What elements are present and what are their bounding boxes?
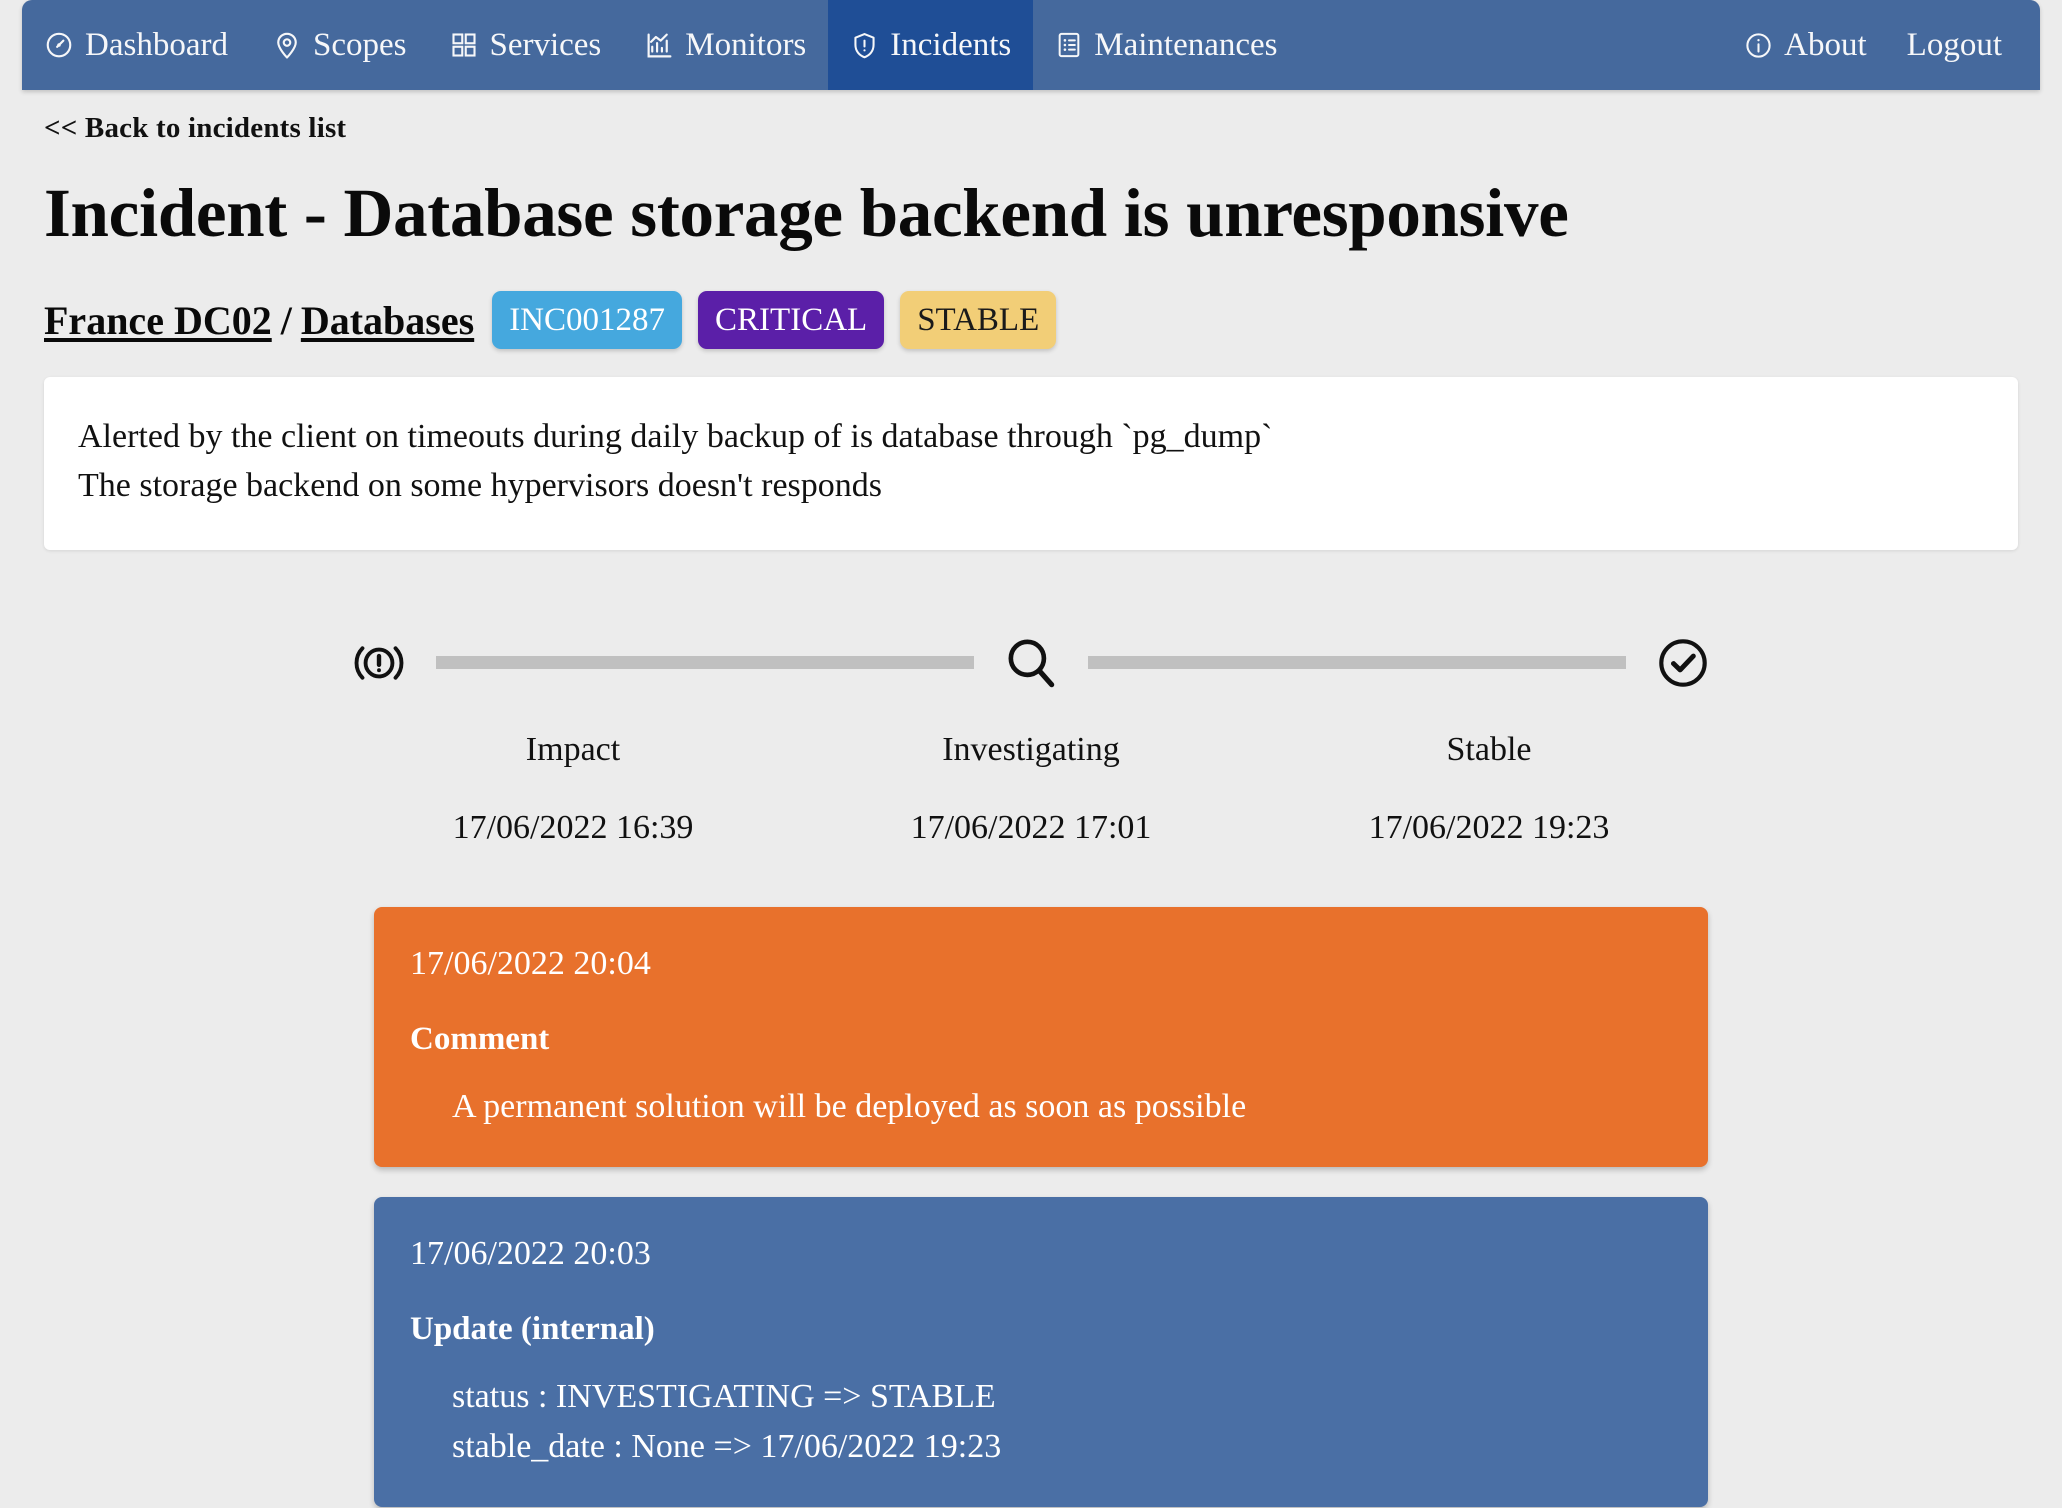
incident-status-timeline: Impact Investigating Stable 17/06/2022 1… (44, 628, 2018, 847)
nav-item-about[interactable]: About (1724, 0, 1887, 90)
timeline-track (344, 628, 1718, 698)
nav-label-monitors: Monitors (685, 26, 807, 63)
severity-badge: CRITICAL (698, 291, 885, 350)
timeline-connector-1 (436, 656, 974, 670)
back-to-incidents-link[interactable]: << Back to incidents list (44, 112, 346, 145)
timeline-label-investigating: Investigating (942, 730, 1120, 768)
grid-icon (450, 31, 478, 59)
incident-id-badge: INC001287 (492, 291, 683, 350)
breadcrumb-service-link[interactable]: Databases (301, 297, 474, 344)
event-type: Update (internal) (410, 1311, 655, 1348)
page-content: << Back to incidents list Incident - Dat… (22, 90, 2040, 1508)
nav-label-maintenances: Maintenances (1094, 26, 1278, 63)
nav-label-logout: Logout (1906, 26, 2002, 63)
nav-item-incidents[interactable]: Incidents (828, 0, 1034, 90)
list-document-icon (1055, 31, 1083, 59)
status-badge: STABLE (900, 291, 1057, 350)
breadcrumb-separator: / (280, 297, 292, 343)
incident-meta-row: France DC02 / Databases INC001287 CRITIC… (44, 291, 2018, 350)
timeline-labels: Impact Investigating Stable (344, 731, 1718, 769)
page-title: Incident - Database storage backend is u… (44, 175, 1569, 251)
chart-icon (645, 31, 674, 60)
breadcrumb: France DC02 / Databases (44, 297, 474, 344)
nav-item-scopes[interactable]: Scopes (250, 0, 429, 90)
breadcrumb-scope-link[interactable]: France DC02 (44, 297, 272, 344)
timeline-label-stable: Stable (1446, 730, 1532, 768)
magnifier-icon (996, 628, 1066, 698)
incident-detail-page: Dashboard Scopes Services Monitors Incid… (0, 0, 2062, 1508)
nav-item-dashboard[interactable]: Dashboard (22, 0, 250, 90)
event-type: Comment (410, 1020, 550, 1057)
navbar-secondary-links: About Logout (1724, 0, 2040, 90)
nav-item-logout[interactable]: Logout (1887, 0, 2022, 90)
main-navbar: Dashboard Scopes Services Monitors Incid… (22, 0, 2040, 90)
event-body-line: stable_date : None => 17/06/2022 19:23 (452, 1427, 1002, 1465)
incident-description-box: Alerted by the client on timeouts during… (44, 377, 2018, 550)
check-circle-icon (1648, 628, 1718, 698)
event-date: 17/06/2022 20:03 (410, 1235, 651, 1273)
nav-label-scopes: Scopes (312, 26, 407, 63)
nav-label-about: About (1784, 26, 1867, 63)
timeline-connector-2 (1088, 656, 1626, 670)
nav-item-monitors[interactable]: Monitors (623, 0, 828, 90)
navbar-primary-links: Dashboard Scopes Services Monitors Incid… (22, 0, 1300, 90)
timeline-date-investigating: 17/06/2022 17:01 (910, 808, 1152, 846)
event-card-comment: 17/06/2022 20:04 Comment A permanent sol… (374, 906, 1708, 1168)
timeline-date-impact: 17/06/2022 16:39 (452, 808, 694, 846)
incident-event-list: 17/06/2022 20:04 Comment A permanent sol… (44, 906, 2018, 1508)
nav-label-incidents: Incidents (890, 26, 1012, 63)
timeline-label-impact: Impact (525, 730, 621, 768)
event-card-update: 17/06/2022 20:03 Update (internal) statu… (374, 1197, 1708, 1507)
map-pin-icon (272, 30, 302, 60)
nav-item-services[interactable]: Services (428, 0, 623, 90)
event-date: 17/06/2022 20:04 (410, 944, 651, 982)
description-line-2: The storage backend on some hypervisors … (78, 466, 882, 504)
event-body-line: A permanent solution will be deployed as… (452, 1087, 1247, 1125)
timeline-date-stable: 17/06/2022 19:23 (1368, 808, 1610, 846)
event-body-line: status : INVESTIGATING => STABLE (452, 1378, 996, 1416)
nav-label-dashboard: Dashboard (85, 26, 228, 63)
info-circle-icon (1744, 31, 1773, 60)
description-line-1: Alerted by the client on timeouts during… (78, 418, 1273, 456)
nav-item-maintenances[interactable]: Maintenances (1033, 0, 1299, 90)
alert-circle-icon (344, 628, 414, 698)
gauge-icon (44, 30, 74, 60)
shield-alert-icon (850, 31, 879, 60)
timeline-dates: 17/06/2022 16:39 17/06/2022 17:01 17/06/… (344, 809, 1718, 847)
nav-label-services: Services (489, 26, 602, 63)
